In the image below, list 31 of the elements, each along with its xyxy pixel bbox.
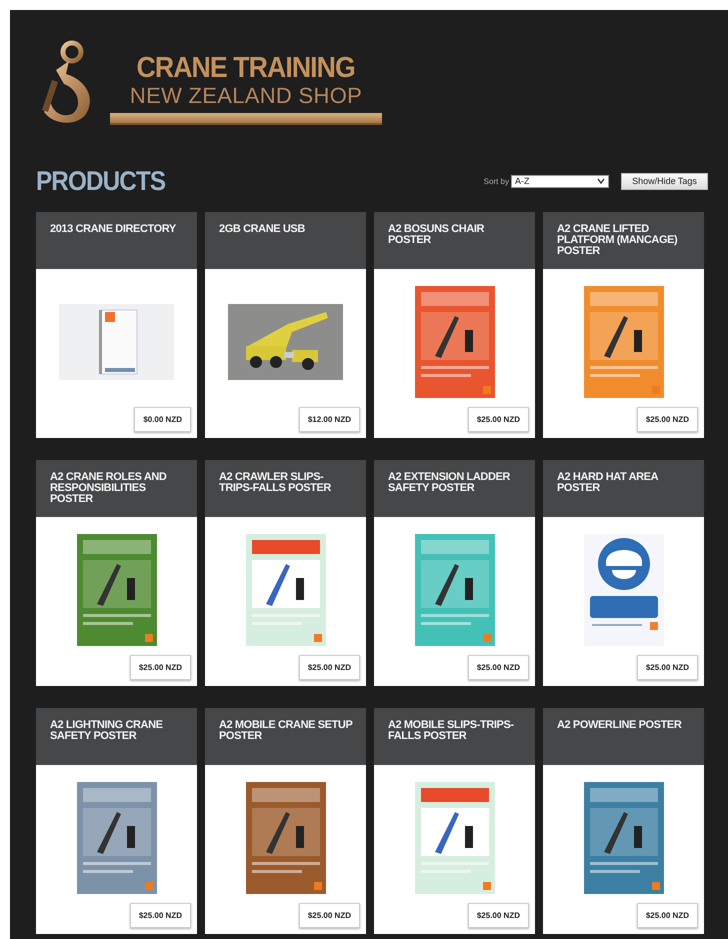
price-button[interactable]: $25.00 NZD [468, 407, 529, 432]
product-title[interactable]: A2 EXTENSION LADDER SAFETY POSTER [388, 472, 523, 494]
price-button[interactable]: $25.00 NZD [298, 655, 360, 680]
price-button[interactable]: $0.00 NZD [134, 407, 191, 432]
sort-label: Sort by [484, 176, 509, 186]
price-button[interactable]: $25.00 NZD [468, 903, 529, 928]
product-title[interactable]: A2 POWERLINE POSTER [557, 720, 692, 731]
price-button[interactable]: $25.00 NZD [298, 903, 360, 928]
price-button[interactable]: $25.00 NZD [130, 903, 191, 928]
price-button[interactable]: $25.00 NZD [468, 655, 529, 680]
product-title[interactable]: A2 HARD HAT AREA POSTER [557, 472, 692, 494]
price-button[interactable]: $25.00 NZD [636, 407, 698, 432]
chevron-icon [597, 178, 605, 184]
price-button[interactable]: $25.00 NZD [636, 903, 698, 928]
product-title[interactable]: 2GB CRANE USB [219, 224, 354, 235]
product-title[interactable]: A2 MOBILE CRANE SETUP POSTER [219, 720, 354, 742]
product-title[interactable]: A2 BOSUNS CHAIR POSTER [388, 224, 523, 246]
page-heading: PRODUCTS [36, 166, 166, 196]
logo-title: CRANE TRAINING [136, 52, 356, 84]
price-button[interactable]: $12.00 NZD [298, 407, 360, 432]
product-title[interactable]: A2 CRANE LIFTED PLATFORM (MANCAGE) POSTER [557, 224, 692, 257]
logo-subtitle: NEW ZEALAND SHOP [130, 84, 362, 108]
show-hide-tags-button[interactable]: Show/Hide Tags [621, 172, 708, 190]
product-title[interactable]: 2013 CRANE DIRECTORY [50, 224, 185, 235]
product-title[interactable]: A2 MOBILE SLIPS-TRIPS-FALLS POSTER [388, 720, 523, 742]
price-button[interactable]: $25.00 NZD [130, 655, 191, 680]
sort-dropdown[interactable]: A-Z [511, 174, 609, 188]
price-button[interactable]: $25.00 NZD [636, 655, 698, 680]
product-title[interactable]: A2 LIGHTNING CRANE SAFETY POSTER [50, 720, 185, 742]
product-title[interactable]: A2 CRANE ROLES AND RESPONSIBILITIES POSTER [50, 472, 185, 505]
product-title[interactable]: A2 CRAWLER SLIPS-TRIPS-FALLS POSTER [219, 472, 354, 494]
